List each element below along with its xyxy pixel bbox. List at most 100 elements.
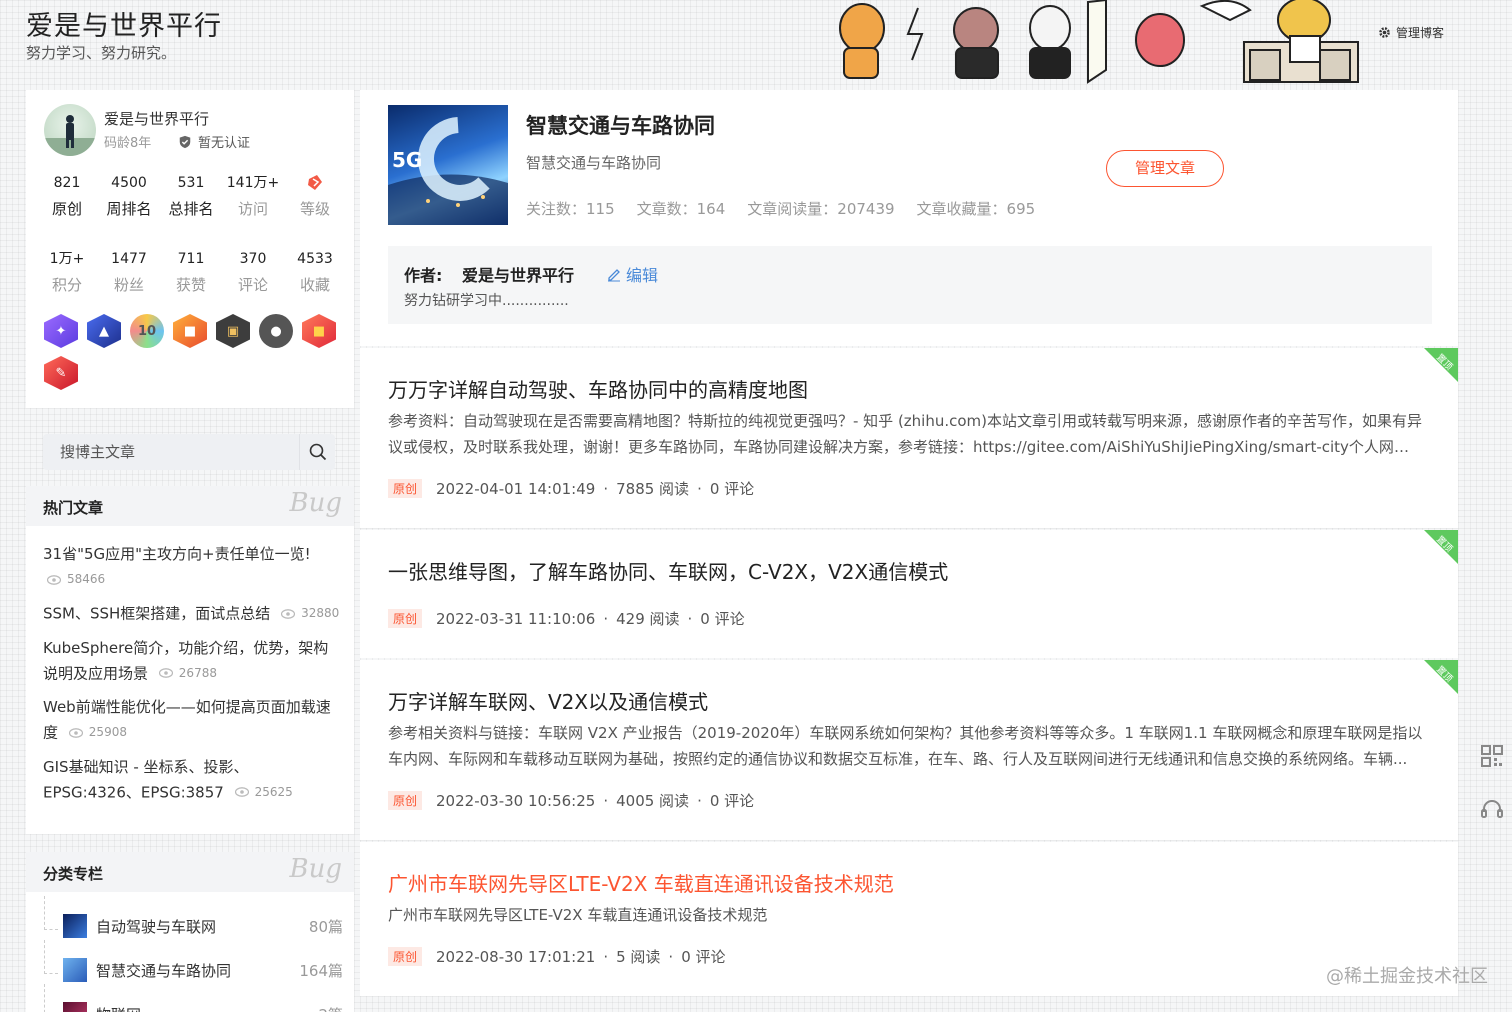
hot-article-title[interactable]: 31省"5G应用"主攻方向+责任单位一览!: [43, 545, 311, 563]
category-title: 分类专栏: [43, 865, 104, 883]
stat-label: 访问: [237, 200, 268, 218]
author-name[interactable]: 爱是与世界平行: [462, 262, 574, 286]
qrcode-icon: [1481, 745, 1503, 767]
hot-articles-title: 热门文章: [43, 499, 104, 517]
pinned-ribbon: 置顶: [1424, 660, 1458, 694]
article-reads: 4005 阅读: [616, 792, 690, 810]
article-date: 2022-03-30 10:56:25: [436, 791, 596, 810]
stat-value: 141万+: [226, 175, 280, 191]
manage-blog-label: 管理博客: [1396, 26, 1445, 40]
views-count: 25908: [88, 725, 127, 739]
author-box: 作者: 爱是与世界平行 编辑 努力钻研学习中...............: [388, 246, 1432, 324]
stat-original[interactable]: 821 原创: [36, 172, 98, 219]
left-sidebar: 爱是与世界平行 码龄8年 暂无认证 821 原创 4500 周排名 531 总排名 1…: [26, 90, 354, 1012]
article-title[interactable]: 万万字详解自动驾驶、车路协同中的高精度地图: [388, 374, 808, 403]
search-icon: [309, 443, 326, 461]
search-input[interactable]: [43, 434, 293, 470]
headset-icon: [1481, 800, 1503, 818]
eye-icon: [68, 727, 83, 738]
original-tag: 原创: [388, 791, 423, 810]
hot-article-title[interactable]: GIS基础知识 - 坐标系、投影、EPSG:4326、EPSG:3857: [43, 758, 249, 802]
stat-value: 531: [177, 175, 205, 191]
search-card: [26, 424, 354, 474]
achievement-badges: ✦ ▲ 10 ■ ▣ ● ■ ✎: [44, 314, 344, 390]
profile-code-age: 码龄8年: [104, 136, 152, 151]
hot-article-title[interactable]: SSM、SSH框架搭建，面试点总结: [43, 605, 270, 623]
certification-label: 暂无认证: [198, 136, 251, 151]
hot-article-item[interactable]: 31省"5G应用"主攻方向+责任单位一览! 58466: [43, 542, 343, 592]
gift-badge-icon[interactable]: ■: [173, 314, 207, 348]
tree-connector: [44, 940, 58, 974]
hot-article-item[interactable]: SSM、SSH框架搭建，面试点总结 32880: [43, 601, 343, 627]
blog-subtitle: 努力学习、努力研究。: [26, 44, 177, 62]
meta-separator: ·: [697, 791, 702, 810]
hot-article-item[interactable]: KubeSphere简介，功能介绍，优势，架构说明及应用场景 26788: [43, 636, 343, 687]
bug-decoration: Bug: [289, 488, 343, 518]
article-description[interactable]: 广州市车联网先导区LTE-V2X 车载直连通讯设备技术规范: [388, 902, 1430, 928]
article-title[interactable]: 广州市车联网先导区LTE-V2X 车载直连通讯设备技术规范: [388, 868, 894, 897]
stat-total-rank[interactable]: 531 总排名: [160, 172, 222, 219]
article-item: 广州市车联网先导区LTE-V2X 车载直连通讯设备技术规范 广州市车联网先导区L…: [360, 842, 1458, 996]
stat-label: 原创: [51, 200, 82, 218]
category-thumbnail-icon: [63, 1002, 87, 1012]
pen-badge-icon[interactable]: ✎: [44, 356, 78, 390]
cover-5g-text: 5G: [392, 148, 422, 172]
category-item[interactable]: 自动驾驶与车联网 80篇: [43, 896, 343, 948]
stat-label: 周排名: [106, 200, 152, 218]
column-favorite-count: 文章收藏量：695: [916, 200, 1036, 218]
hot-article-item[interactable]: Web前端性能优化——如何提高页面加载速度 25908: [43, 695, 343, 746]
rocket-badge-icon[interactable]: ▲: [87, 314, 121, 348]
hot-article-views: 58466: [47, 567, 343, 592]
watermark: @稀土掘金技术社区: [1326, 966, 1488, 987]
views-count: 26788: [178, 665, 217, 680]
article-meta: 原创 2022-04-01 14:01:49 · 7885 阅读 · 0 评论: [388, 478, 754, 499]
stat-value: 4533: [297, 251, 333, 267]
search-button[interactable]: [299, 434, 335, 470]
stat-level[interactable]: 等级: [284, 172, 346, 219]
hot-articles-header: 热门文章 Bug: [26, 486, 354, 526]
article-description[interactable]: 参考资料：自动驾驶现在是否需要高精地图？特斯拉的纯视觉更强吗？- 知乎 (zhi…: [388, 408, 1430, 460]
blog-title[interactable]: 爱是与世界平行: [26, 4, 222, 43]
stat-favorites: 4533 收藏: [284, 248, 346, 295]
ten-years-badge-icon[interactable]: 10: [130, 314, 164, 348]
stat-label: 总排名: [168, 200, 214, 218]
category-name[interactable]: 自动驾驶与车联网: [96, 916, 216, 937]
article-date: 2022-03-31 11:10:06: [436, 609, 596, 628]
article-title[interactable]: 一张思维导图，了解车路协同、车联网，C-V2X，V2X通信模式: [388, 556, 948, 585]
category-thumbnail-icon: [63, 958, 87, 982]
category-item[interactable]: 物联网 2篇: [43, 984, 343, 1012]
red-gift-badge-icon[interactable]: ■: [302, 314, 336, 348]
hot-article-views: 25908: [68, 720, 127, 745]
article-description[interactable]: 参考相关资料与链接：车联网 V2X 产业报告（2019-2020年）车联网系统如…: [388, 720, 1430, 772]
stat-label: 收藏: [299, 276, 330, 294]
category-card: 分类专栏 Bug 自动驾驶与车联网 80篇 智慧交通与车路协同 164篇 物联网…: [26, 852, 354, 1012]
manage-articles-button[interactable]: 管理文章: [1106, 150, 1224, 187]
purple-hex-badge-icon[interactable]: ✦: [44, 314, 78, 348]
avatar[interactable]: [44, 104, 96, 156]
article-date: 2022-08-30 17:01:21: [436, 947, 596, 966]
stat-fans[interactable]: 1477 粉丝: [98, 248, 160, 295]
article-comments: 0 评论: [700, 610, 745, 628]
column-cover-image: 5G: [388, 105, 508, 225]
column-read-count: 文章阅读量：207439: [747, 200, 895, 218]
hot-article-views: 26788: [158, 661, 217, 686]
profile-name[interactable]: 爱是与世界平行: [104, 108, 209, 129]
stat-label: 获赞: [175, 276, 206, 294]
edit-author-link[interactable]: 编辑: [606, 262, 658, 286]
customer-service-button[interactable]: [1478, 796, 1506, 824]
github-badge-icon[interactable]: ●: [259, 314, 293, 348]
manage-blog-link[interactable]: 管理博客: [1378, 24, 1444, 41]
article-title[interactable]: 万字详解车联网、V2X以及通信模式: [388, 686, 708, 715]
category-name[interactable]: 物联网: [96, 1004, 141, 1012]
category-item[interactable]: 智慧交通与车路协同 164篇: [43, 940, 343, 992]
stat-weekly-rank[interactable]: 4500 周排名: [98, 172, 160, 219]
qrcode-button[interactable]: [1478, 742, 1506, 770]
hot-article-item[interactable]: GIS基础知识 - 坐标系、投影、EPSG:4326、EPSG:3857 256…: [43, 755, 343, 806]
eye-icon: [234, 787, 249, 797]
profile-stats-row-1: 821 原创 4500 周排名 531 总排名 141万+ 访问 等级: [36, 172, 346, 219]
meta-separator: ·: [687, 609, 693, 628]
article-meta: 原创 2022-08-30 17:01:21 · 5 阅读 · 0 评论: [388, 946, 726, 967]
eye-icon: [281, 608, 296, 619]
lucky-badge-icon[interactable]: ▣: [216, 314, 250, 348]
category-name[interactable]: 智慧交通与车路协同: [96, 960, 231, 981]
